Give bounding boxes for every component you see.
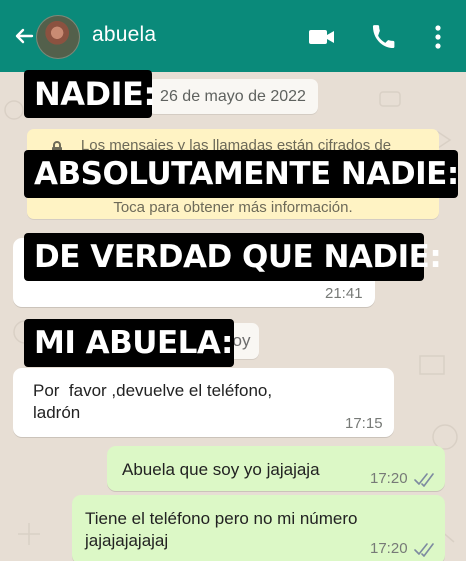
- meme-caption: MI ABUELA:: [24, 319, 234, 367]
- message-bubble[interactable]: Tiene el teléfono pero no mi número jaja…: [72, 495, 445, 561]
- back-button[interactable]: [10, 22, 38, 50]
- message-time: 21:41: [325, 285, 363, 302]
- contact-avatar[interactable]: [36, 15, 80, 59]
- contact-name[interactable]: abuela: [92, 23, 156, 47]
- phone-icon: [372, 25, 395, 49]
- video-call-icon: [309, 30, 334, 44]
- more-vertical-icon: [435, 25, 441, 49]
- date-separator: 26 de mayo de 2022: [148, 79, 318, 114]
- meme-caption: ABSOLUTAMENTE NADIE:: [24, 150, 459, 198]
- partially-hidden-text: oy: [232, 331, 251, 350]
- message-time: 17:20: [370, 470, 408, 487]
- message-time: 17:20: [370, 540, 408, 557]
- message-bubble[interactable]: Abuela que soy yo jajajaja 17:20: [107, 446, 445, 491]
- message-text: Abuela que soy yo jajajaja: [122, 460, 320, 479]
- message-time: 17:15: [345, 415, 383, 432]
- encryption-info-link: Toca para obtener más información.: [113, 199, 353, 216]
- video-call-button[interactable]: [306, 22, 338, 52]
- voice-call-button[interactable]: [368, 22, 400, 52]
- double-check-icon: [414, 543, 434, 557]
- meme-caption: DE VERDAD QUE NADIE:: [24, 233, 442, 281]
- chat-header: abuela: [0, 0, 466, 72]
- more-options-button[interactable]: [422, 22, 454, 52]
- meme-caption: NADIE:: [24, 70, 156, 118]
- arrow-left-icon: [15, 28, 34, 44]
- double-check-icon: [414, 473, 434, 487]
- whatsapp-chat-screen: abuela 26 de mayo de 2022 Los mensajes y…: [0, 0, 466, 561]
- message-text: Por favor ,devuelve el teléfono, ladrón: [33, 381, 273, 422]
- message-bubble[interactable]: Por favor ,devuelve el teléfono, ladrón …: [13, 368, 394, 437]
